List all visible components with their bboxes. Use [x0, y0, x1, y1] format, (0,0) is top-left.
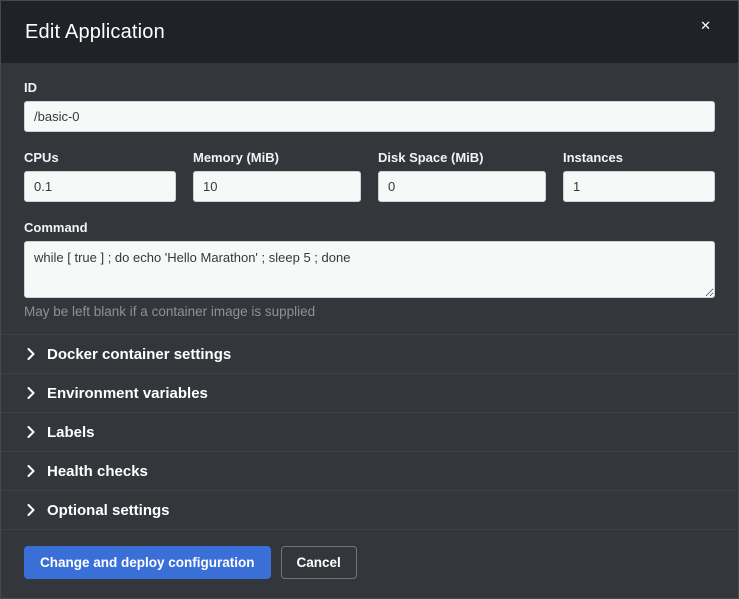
section-label: Labels — [47, 424, 95, 441]
memory-label: Memory (MiB) — [193, 150, 361, 165]
field-command: Command while [ true ] ; do echo 'Hello … — [24, 220, 715, 319]
id-input[interactable] — [24, 101, 715, 132]
section-label: Environment variables — [47, 385, 208, 402]
field-memory: Memory (MiB) — [193, 150, 361, 202]
chevron-right-icon — [24, 348, 38, 360]
command-help-text: May be left blank if a container image i… — [24, 304, 715, 319]
section-docker-container-settings[interactable]: Docker container settings — [1, 335, 738, 374]
modal-title: Edit Application — [25, 21, 165, 44]
chevron-right-icon — [24, 504, 38, 516]
modal-body: ID CPUs Memory (MiB) Disk Space (MiB) In… — [1, 63, 738, 334]
chevron-right-icon — [24, 465, 38, 477]
field-id: ID — [24, 80, 715, 132]
modal-header: Edit Application ✕ — [1, 1, 738, 63]
chevron-right-icon — [24, 387, 38, 399]
section-label: Optional settings — [47, 502, 170, 519]
cpus-label: CPUs — [24, 150, 176, 165]
cpus-input[interactable] — [24, 171, 176, 202]
resource-fields-row: CPUs Memory (MiB) Disk Space (MiB) Insta… — [24, 150, 715, 202]
modal-footer: Change and deploy configuration Cancel — [1, 530, 738, 595]
section-optional-settings[interactable]: Optional settings — [1, 491, 738, 530]
instances-label: Instances — [563, 150, 715, 165]
command-textarea[interactable]: while [ true ] ; do echo 'Hello Marathon… — [24, 241, 715, 298]
chevron-right-icon — [24, 426, 38, 438]
field-cpus: CPUs — [24, 150, 176, 202]
field-instances: Instances — [563, 150, 715, 202]
collapsible-sections: Docker container settings Environment va… — [1, 334, 738, 530]
change-and-deploy-button[interactable]: Change and deploy configuration — [24, 546, 271, 579]
section-label: Health checks — [47, 463, 148, 480]
cancel-button[interactable]: Cancel — [281, 546, 357, 579]
instances-input[interactable] — [563, 171, 715, 202]
section-health-checks[interactable]: Health checks — [1, 452, 738, 491]
edit-application-modal: Edit Application ✕ ID CPUs Memory (MiB) … — [0, 0, 739, 599]
command-label: Command — [24, 220, 715, 235]
disk-space-label: Disk Space (MiB) — [378, 150, 546, 165]
disk-space-input[interactable] — [378, 171, 546, 202]
section-environment-variables[interactable]: Environment variables — [1, 374, 738, 413]
id-label: ID — [24, 80, 715, 95]
section-labels[interactable]: Labels — [1, 413, 738, 452]
memory-input[interactable] — [193, 171, 361, 202]
field-disk-space: Disk Space (MiB) — [378, 150, 546, 202]
close-icon[interactable]: ✕ — [696, 15, 715, 36]
section-label: Docker container settings — [47, 346, 231, 363]
